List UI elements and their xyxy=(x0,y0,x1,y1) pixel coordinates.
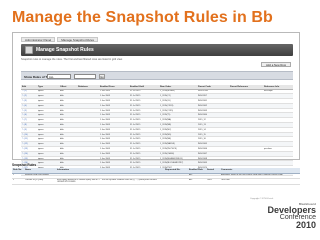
rule-type-select[interactable]: ALL xyxy=(47,74,71,79)
screenshot-frame: Administrator Panel Manage Snapshot Rule… xyxy=(12,32,300,202)
snapshot-rules-heading: Snapshot Rules xyxy=(12,163,37,167)
page-header: Manage Snapshot Rules xyxy=(21,44,293,56)
table-cell: Test Rule xyxy=(220,178,300,185)
snapshot-rules-table: Rule No. Name Information Requested No. Enab… xyxy=(12,168,300,185)
table-cell: 2 xyxy=(12,178,24,185)
slide-title: Manage the Snapshot Rules in Bb xyxy=(12,9,273,26)
table-cell: Error query based on a custom query SELE… xyxy=(56,178,164,185)
table-cell[interactable]: Confirm SQL Query xyxy=(24,178,56,185)
table-cell xyxy=(164,178,188,185)
add-row-button[interactable]: Add a New Row xyxy=(260,62,291,67)
table-row[interactable]: 2 Confirm SQL Query Error query based on a… xyxy=(12,178,300,185)
app-window: Administrator Panel Manage Snapshot Rule… xyxy=(12,32,300,176)
breadcrumb-item-manage-snapshot-rules[interactable]: Manage Snapshot Rules xyxy=(57,36,99,42)
logo-year: 2010 xyxy=(295,220,316,230)
go-button[interactable]: Go xyxy=(99,74,105,79)
breadcrumb-item-admin-panel[interactable]: Administrator Panel xyxy=(21,36,56,42)
filter-input[interactable] xyxy=(74,74,96,79)
grid-body: ✎ (1) ignore blah 1 Jan 2008 31 Jul 2015 1_20… xyxy=(21,89,293,176)
rules-grid: Edit Type Offset Relations Enabled From Enabl… xyxy=(21,85,293,176)
page-title: Manage Snapshot Rules xyxy=(36,47,94,53)
filter-bar: Show Rules of Type ALL Go xyxy=(21,71,293,80)
page-instructions: Snapshot rules to manage the rules. The … xyxy=(21,58,123,61)
copyright-text: Copyright © ETH Zurich xyxy=(250,198,274,200)
table-cell: ONLY xyxy=(206,178,220,185)
page-header-icon xyxy=(25,46,33,54)
table-cell: ALL xyxy=(188,178,206,185)
snapshot-rules-body: 1 Marked Field Row Banner ALL Automatic ins… xyxy=(12,173,300,185)
conference-logo: Blackboard Developers Conference 2010 xyxy=(250,202,316,230)
logo-line1: Developers xyxy=(267,205,316,215)
breadcrumb: Administrator Panel Manage Snapshot Rule… xyxy=(21,36,99,42)
